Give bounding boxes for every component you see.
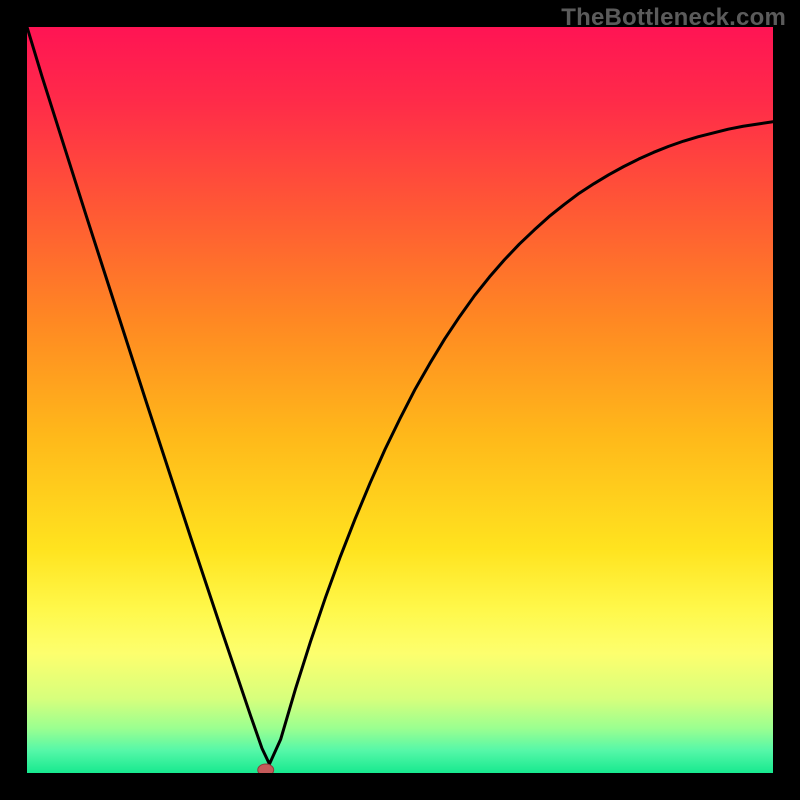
chart-frame: TheBottleneck.com — [0, 0, 800, 800]
optimal-point-marker — [258, 764, 274, 773]
gradient-background — [27, 27, 773, 773]
plot-area — [27, 27, 773, 773]
plot-svg — [27, 27, 773, 773]
